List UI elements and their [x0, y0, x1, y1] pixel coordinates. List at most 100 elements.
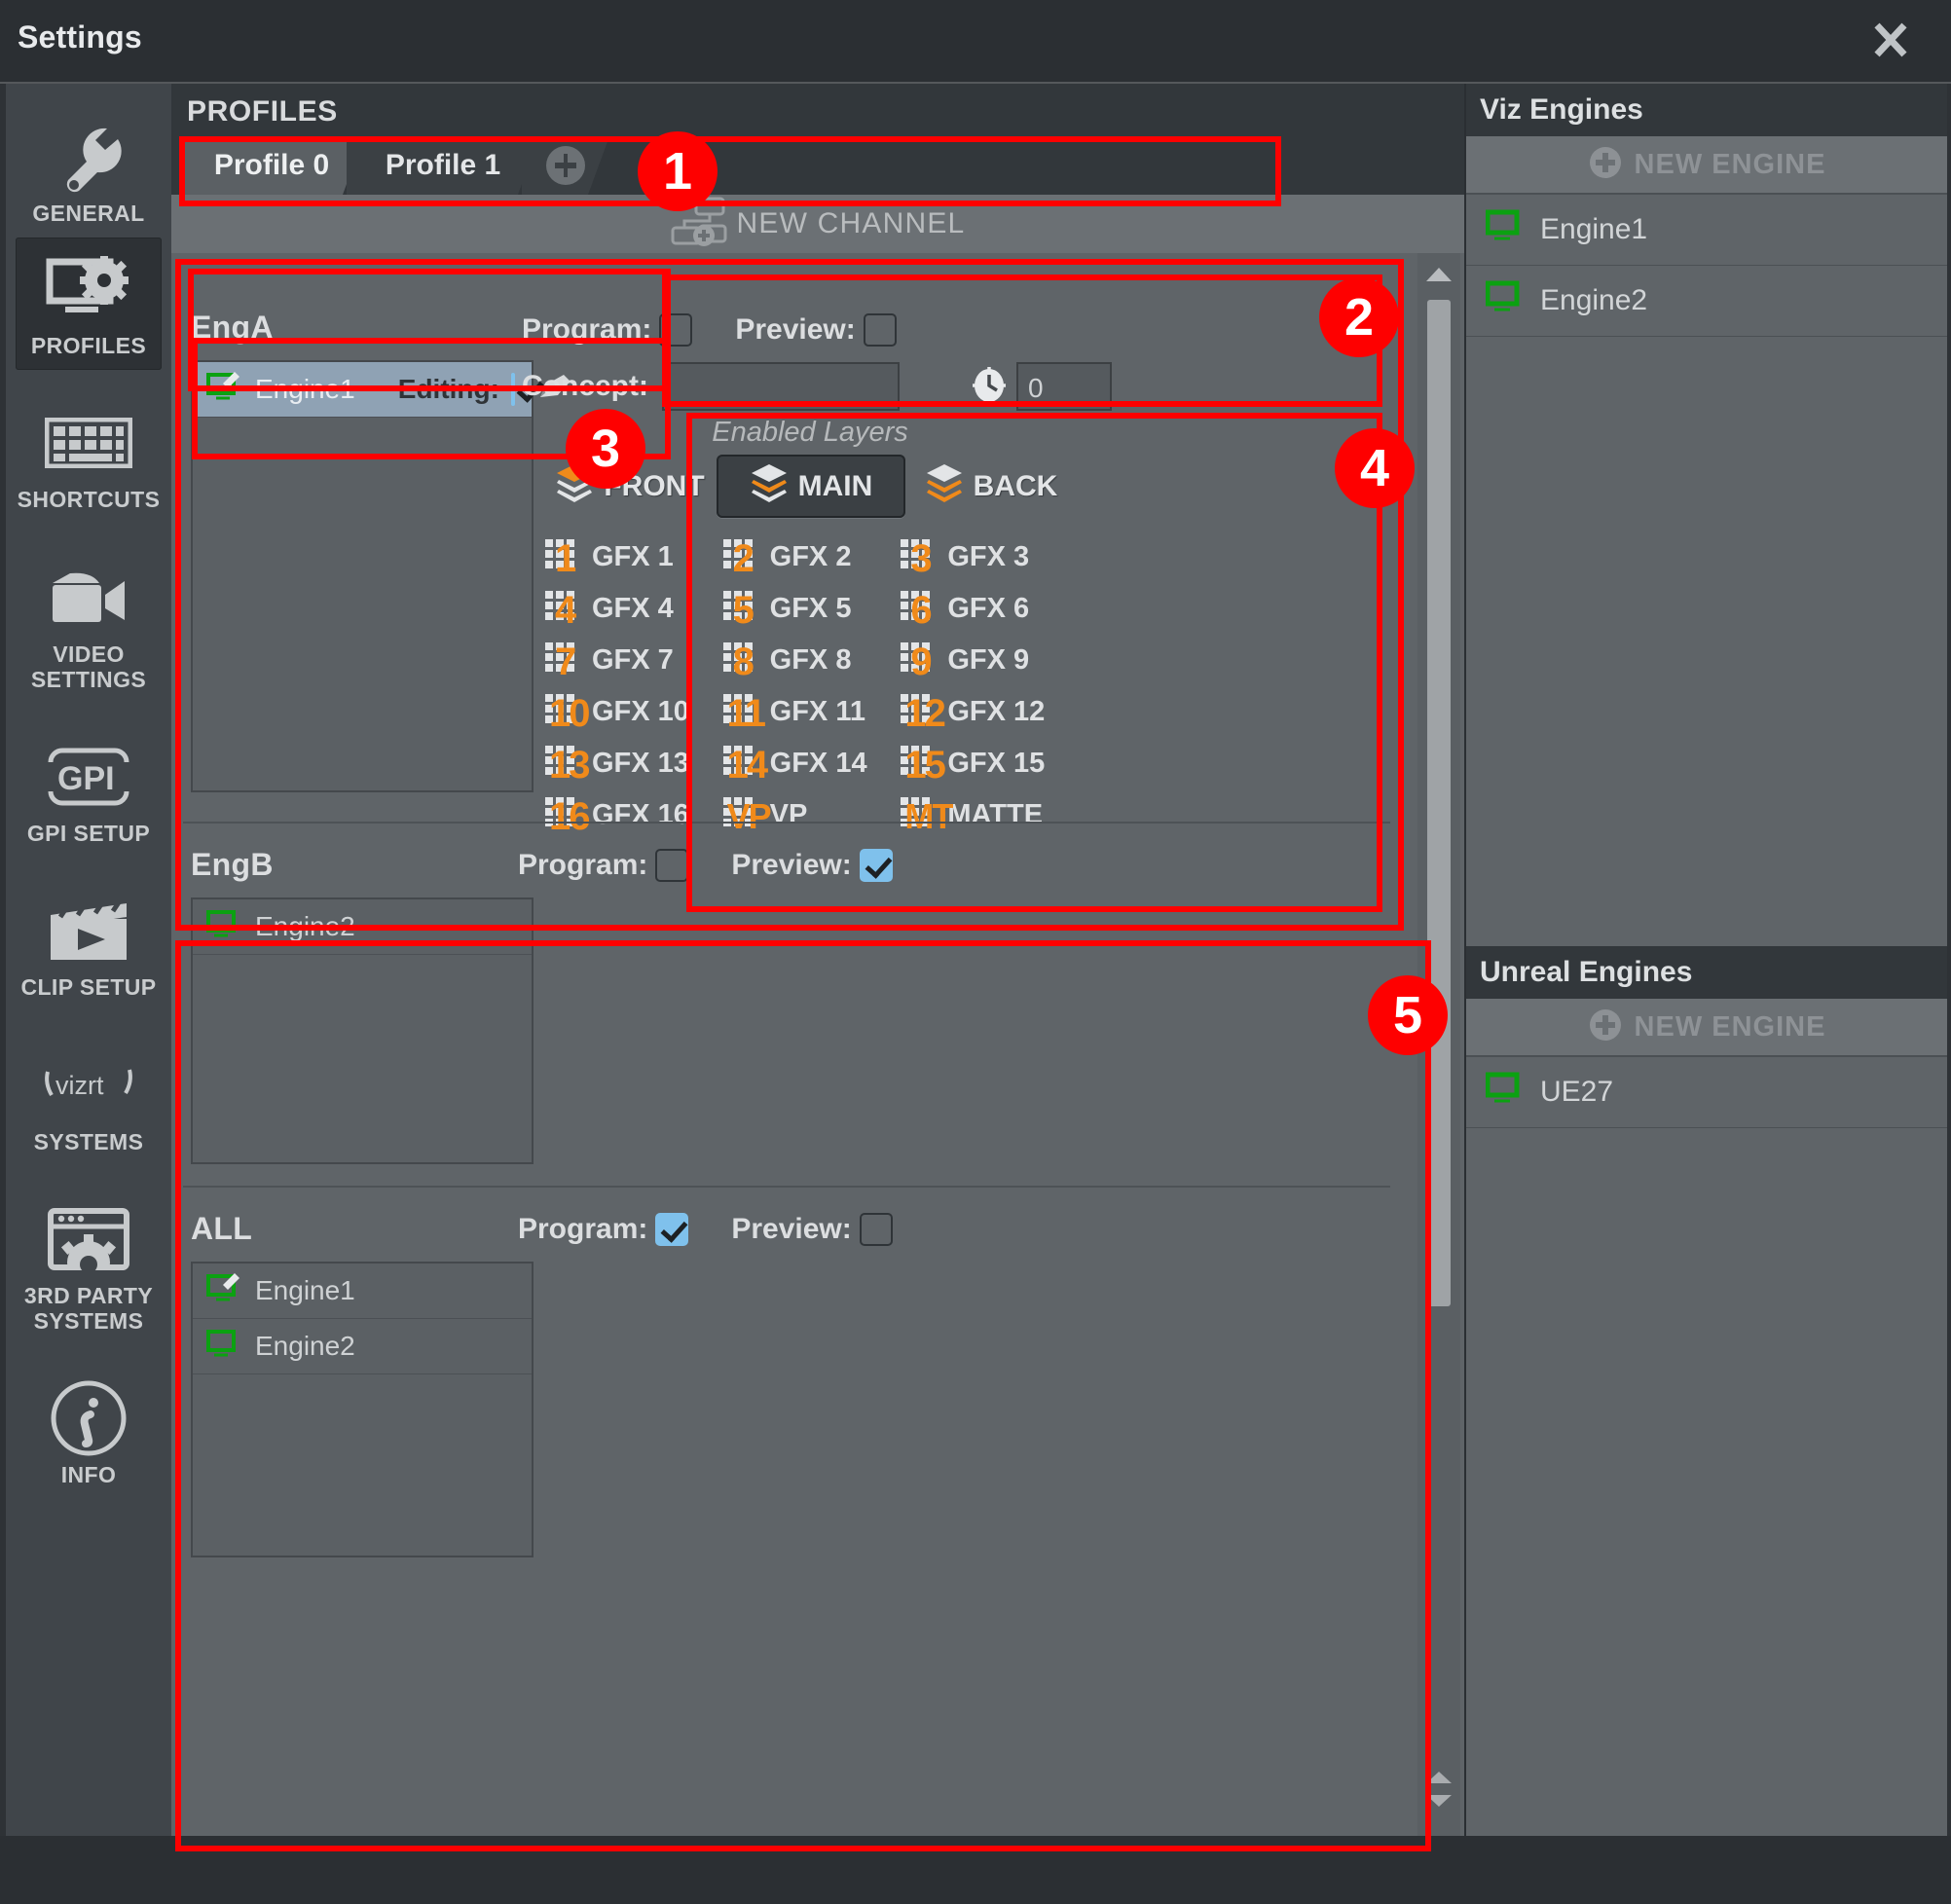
gfx-layer-label: GFX 4 [592, 593, 674, 624]
add-profile-button[interactable] [522, 136, 609, 195]
scrollbar-thumb[interactable] [1427, 300, 1451, 1306]
preview-checkbox[interactable] [859, 849, 893, 882]
gfx-layer-label: GFX 2 [769, 541, 852, 572]
gfx-layer-label: GFX 14 [769, 748, 867, 779]
sidebar-item-video-settings[interactable]: VIDEO SETTINGS [16, 546, 162, 704]
sidebar-item-label: VIDEO SETTINGS [30, 641, 147, 692]
engine-name: Engine2 [255, 911, 355, 941]
monitor-edit-icon [206, 1272, 241, 1310]
chevron-up-icon[interactable] [1417, 255, 1460, 294]
layer-label: MAIN [797, 469, 873, 502]
layer-back-icon [925, 462, 964, 510]
monitor-icon [206, 1328, 241, 1366]
enabled-layers-title: Enabled Layers [712, 417, 908, 448]
gfx-layer-button[interactable]: MT MATTE [899, 789, 1077, 841]
gfx-layer-grid: 1 GFX 1 2 GFX 2 3 GFX 3 4 GFX 4 5 GFX 5 6 GFX 6 7 GFX… [543, 531, 1077, 841]
gfx-layer-button[interactable]: 2 GFX 2 [721, 531, 900, 583]
sidebar-item-profiles[interactable]: PROFILES [16, 238, 162, 371]
gfx-layer-button[interactable]: 7 GFX 7 [543, 635, 721, 686]
gfx-layer-button[interactable]: 4 GFX 4 [543, 583, 721, 635]
sidebar-item-label: SHORTCUTS [17, 487, 161, 513]
concept-row: Concept: 0 [522, 362, 1112, 411]
sidebar-item-label: SYSTEMS [33, 1128, 144, 1154]
close-icon[interactable] [1863, 14, 1918, 66]
preview-checkbox[interactable] [863, 313, 897, 347]
gfx-grid-icon: 5 [721, 589, 760, 630]
engine-row[interactable]: Engine2 [193, 899, 532, 955]
engine-row[interactable]: Engine2 [193, 1319, 532, 1374]
gfx-layer-button[interactable]: 5 GFX 5 [721, 583, 900, 635]
info-circle-icon [16, 1380, 162, 1456]
gfx-layer-button[interactable]: 3 GFX 3 [899, 531, 1077, 583]
gfx-layer-button[interactable]: 10 GFX 10 [543, 686, 721, 738]
gfx-layer-button[interactable]: 15 GFX 15 [899, 738, 1077, 789]
sidebar-item-shortcuts[interactable]: SHORTCUTS [16, 391, 162, 524]
gfx-layer-label: GFX 8 [769, 644, 852, 676]
gfx-layer-button[interactable]: 12 GFX 12 [899, 686, 1077, 738]
gfx-layer-button[interactable]: 1 GFX 1 [543, 531, 721, 583]
gfx-layer-number: 11 [726, 691, 766, 735]
tab-profile-1[interactable]: Profile 1 [347, 136, 539, 195]
vertical-scrollbar[interactable] [1417, 253, 1460, 1836]
preview-checkbox[interactable] [859, 1213, 893, 1246]
sidebar-item-3rd-party-systems[interactable]: 3RD PARTY SYSTEMS [16, 1188, 162, 1345]
new-viz-engine-button[interactable]: NEW ENGINE [1466, 136, 1947, 195]
delay-input[interactable]: 0 [1016, 362, 1112, 411]
engine-row[interactable]: Engine1 Editing: [193, 362, 570, 418]
new-channel-button[interactable]: NEW CHANNEL [171, 195, 1464, 253]
engine-row-engine1[interactable]: Engine1 [1466, 195, 1947, 266]
engine-row-engine2[interactable]: Engine2 [1466, 266, 1947, 337]
gfx-layer-number: 10 [549, 691, 590, 735]
program-checkbox[interactable] [655, 849, 689, 882]
layer-label: BACK [973, 469, 1058, 502]
program-checkbox[interactable] [655, 1213, 689, 1246]
gfx-layer-button[interactable]: 8 GFX 8 [721, 635, 900, 686]
gfx-layer-label: GFX 9 [947, 644, 1030, 676]
svg-text:GPI: GPI [57, 760, 115, 797]
program-checkbox[interactable] [659, 313, 693, 347]
engine-row[interactable]: Engine1 [193, 1263, 532, 1319]
editing-checkbox[interactable] [510, 373, 515, 406]
engine-list: Engine2 [191, 897, 534, 1164]
layer-main-button[interactable]: MAIN [717, 455, 905, 518]
gfx-layer-label: VP [769, 799, 808, 830]
gfx-layer-button[interactable]: 6 GFX 6 [899, 583, 1077, 635]
channel-name: ALL [191, 1211, 253, 1246]
gfx-layer-number: 4 [555, 588, 576, 632]
gfx-layer-label: MATTE [947, 799, 1044, 830]
sidebar-item-clip-setup[interactable]: CLIP SETUP [16, 879, 162, 1011]
sidebar-item-info[interactable]: INFO [16, 1367, 162, 1499]
engine-row-ue27[interactable]: UE27 [1466, 1057, 1947, 1128]
gfx-layer-label: GFX 16 [592, 799, 689, 830]
plus-circle-icon [1588, 145, 1623, 185]
layer-front-button[interactable]: FRONT [543, 455, 717, 518]
gfx-layer-button[interactable]: 11 GFX 11 [721, 686, 900, 738]
layer-label: FRONT [604, 469, 705, 502]
gfx-layer-button[interactable]: 16 GFX 16 [543, 789, 721, 841]
divider [183, 822, 1390, 824]
gfx-grid-icon: 7 [543, 641, 582, 681]
gfx-grid-icon: 10 [543, 692, 590, 733]
sidebar-item-general[interactable]: GENERAL [16, 105, 162, 238]
gfx-layer-number: 9 [910, 640, 932, 683]
sidebar-item-systems[interactable]: vizrt SYSTEMS [16, 1034, 162, 1166]
tab-label: Profile 1 [385, 149, 501, 181]
gfx-layer-number: 3 [910, 536, 932, 580]
sidebar-item-gpi-setup[interactable]: GPI GPI SETUP [16, 725, 162, 858]
tab-profile-0[interactable]: Profile 0 [179, 136, 364, 195]
gfx-layer-button[interactable]: VP VP [721, 789, 900, 841]
sidebar-item-label: PROFILES [30, 333, 147, 359]
keyboard-icon [16, 405, 162, 481]
layer-back-button[interactable]: BACK [905, 455, 1077, 518]
gfx-layer-button[interactable]: 14 GFX 14 [721, 738, 900, 789]
gfx-layer-number: 8 [732, 640, 755, 683]
gfx-layer-button[interactable]: 9 GFX 9 [899, 635, 1077, 686]
gfx-layer-number: MT [904, 795, 953, 836]
concept-input[interactable] [662, 362, 900, 411]
chevron-down-icon[interactable] [1417, 1781, 1460, 1820]
new-unreal-engine-button[interactable]: NEW ENGINE [1466, 999, 1947, 1057]
monitor-icon [1485, 209, 1525, 250]
monitor-gear-icon [16, 251, 162, 327]
section-title: Viz Engines [1480, 93, 1643, 126]
gfx-layer-button[interactable]: 13 GFX 13 [543, 738, 721, 789]
